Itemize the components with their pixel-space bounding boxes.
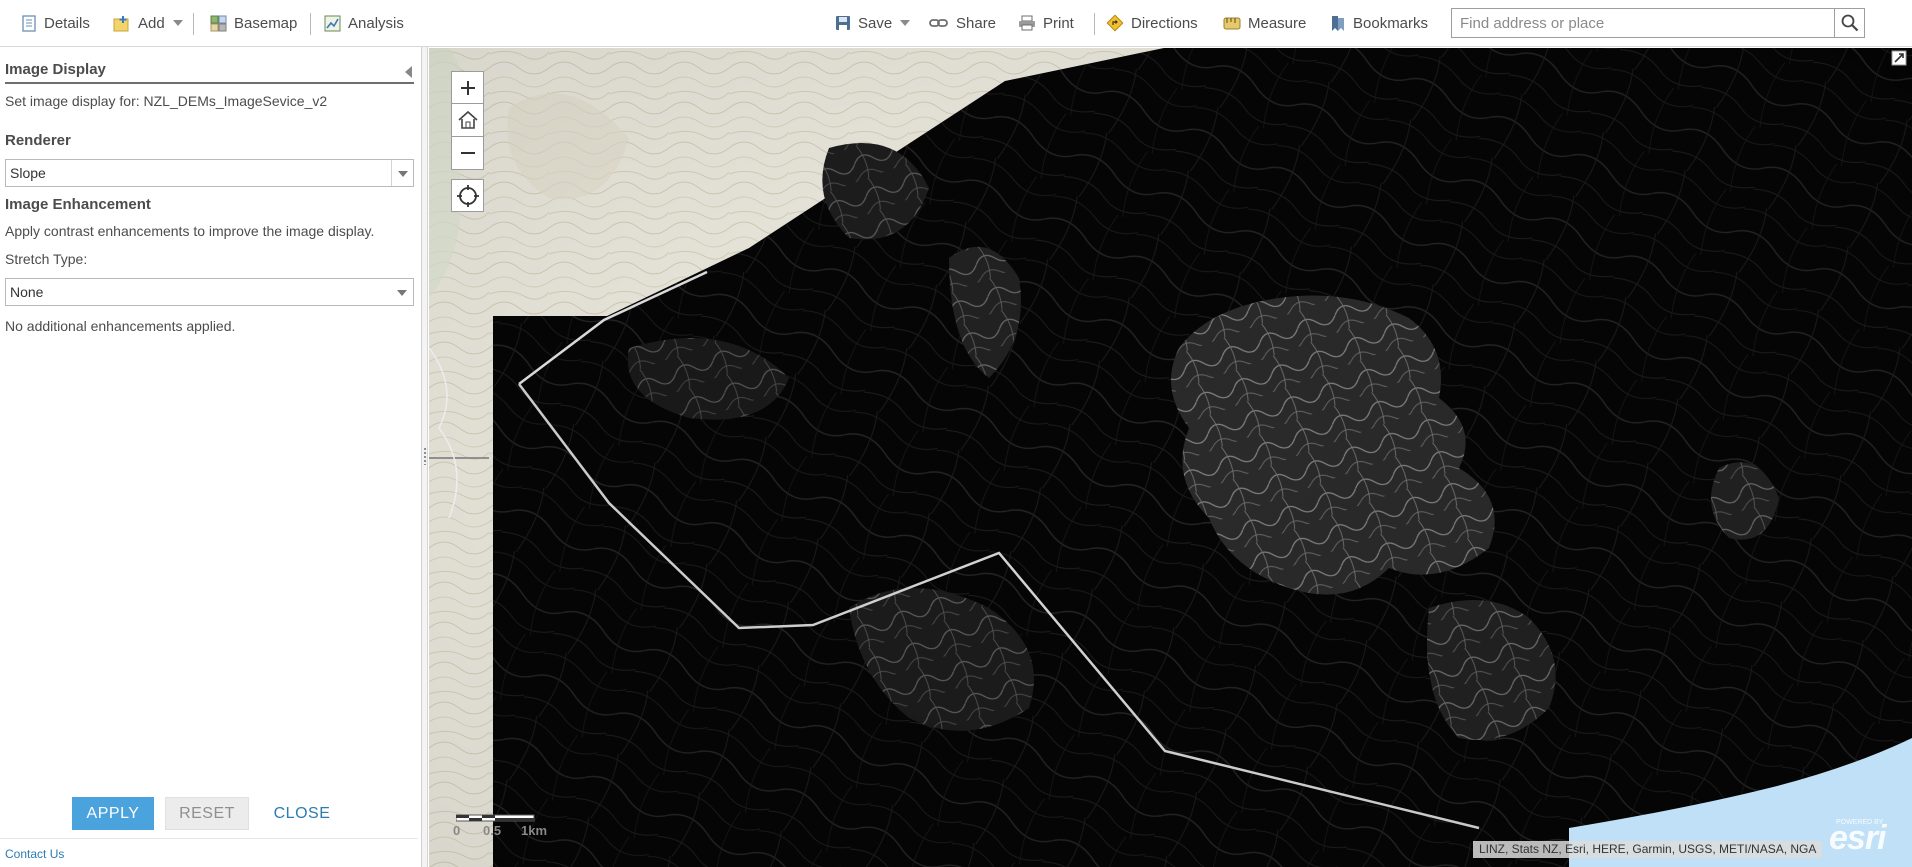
print-label: Print [1043, 14, 1074, 32]
analysis-icon [324, 15, 341, 31]
zoom-in-button[interactable] [451, 71, 484, 104]
scale-label-half: 0.5 [483, 823, 502, 838]
map-attribution: LINZ, Stats NZ, Esri, HERE, Garmin, USGS… [1473, 841, 1823, 858]
directions-icon [1106, 14, 1124, 32]
details-icon [22, 14, 36, 32]
scale-bar [456, 814, 535, 822]
image-enhancement-heading: Image Enhancement [5, 196, 151, 213]
save-label: Save [858, 14, 893, 32]
search-button[interactable] [1834, 9, 1864, 37]
renderer-selected-value: Slope [10, 165, 46, 181]
zoom-out-button[interactable] [451, 137, 484, 170]
chevron-down-icon [391, 160, 413, 186]
panel-title-text: Image Display [5, 61, 106, 78]
esri-logo[interactable]: esri [1829, 819, 1886, 858]
renderer-select[interactable]: Slope [5, 159, 414, 187]
close-button[interactable]: CLOSE [266, 797, 338, 830]
locate-icon [456, 184, 479, 207]
chevron-down-icon [900, 20, 911, 26]
locate-button[interactable] [451, 179, 484, 212]
top-toolbar: Details Add Basemap Analysis Save Share … [0, 0, 1912, 47]
scale-labels: 0 0.5 1km [453, 823, 547, 838]
reset-button[interactable]: RESET [165, 797, 249, 830]
analysis-label: Analysis [348, 14, 404, 32]
print-button[interactable]: Print [1018, 0, 1074, 46]
toolbar-divider [310, 13, 311, 35]
measure-button[interactable]: Measure [1223, 0, 1306, 46]
zoom-in-icon [460, 80, 475, 95]
analysis-button[interactable]: Analysis [324, 0, 404, 46]
add-label: Add [138, 14, 165, 32]
panel-title: Image Display [5, 55, 414, 84]
no-enhancements-text: No additional enhancements applied. [5, 318, 236, 334]
bookmarks-icon [1332, 15, 1344, 31]
image-display-panel: Image Display Set image display for: NZL… [0, 47, 422, 867]
measure-icon [1223, 17, 1241, 29]
panel-splitter[interactable] [422, 47, 428, 867]
scale-label-1km: 1km [521, 823, 548, 838]
search-input[interactable] [1452, 9, 1834, 37]
search-icon [1841, 14, 1858, 32]
details-button[interactable]: Details [21, 0, 90, 46]
chevron-down-icon [172, 20, 183, 26]
save-button[interactable]: Save [835, 0, 911, 46]
zoom-out-icon [460, 152, 475, 154]
scale-label-0: 0 [453, 823, 461, 838]
toolbar-divider [193, 13, 194, 35]
search-box [1451, 8, 1865, 38]
stretch-type-selected-value: None [10, 284, 44, 300]
share-button[interactable]: Share [929, 0, 996, 46]
home-button[interactable] [451, 104, 484, 137]
map-view[interactable]: 0 0.5 1km LINZ, Stats NZ, Esri, HERE, Ga… [429, 48, 1912, 867]
renderer-heading: Renderer [5, 132, 71, 149]
add-icon [113, 15, 129, 31]
basemap-button[interactable]: Basemap [210, 0, 297, 46]
share-label: Share [956, 14, 997, 32]
home-icon [457, 110, 478, 129]
chevron-down-icon [391, 279, 413, 305]
bookmarks-label: Bookmarks [1353, 14, 1429, 32]
toolbar-divider [1094, 13, 1095, 35]
directions-button[interactable]: Directions [1106, 0, 1198, 46]
directions-label: Directions [1131, 14, 1198, 32]
save-icon [836, 16, 850, 30]
add-button[interactable]: Add [113, 0, 183, 46]
basemap-label: Basemap [234, 14, 298, 32]
splitter-grip-icon [423, 447, 427, 465]
print-icon [1019, 15, 1035, 31]
panel-footer-divider [0, 838, 418, 839]
stretch-type-label: Stretch Type: [5, 251, 88, 267]
enhancement-description: Apply contrast enhancements to improve t… [5, 223, 375, 239]
basemap-icon [210, 15, 227, 31]
collapse-panel-icon[interactable] [405, 66, 412, 78]
stretch-type-select[interactable]: None [5, 278, 414, 306]
details-label: Details [44, 14, 90, 32]
measure-label: Measure [1248, 14, 1307, 32]
set-display-for-text: Set image display for: NZL_DEMs_ImageSev… [5, 93, 328, 109]
share-icon [929, 19, 948, 27]
apply-button[interactable]: APPLY [72, 797, 154, 830]
bookmarks-button[interactable]: Bookmarks [1330, 0, 1428, 46]
fullscreen-icon[interactable] [1891, 50, 1907, 66]
contact-us-link[interactable]: Contact Us [5, 847, 64, 861]
map-canvas[interactable] [429, 48, 1912, 867]
